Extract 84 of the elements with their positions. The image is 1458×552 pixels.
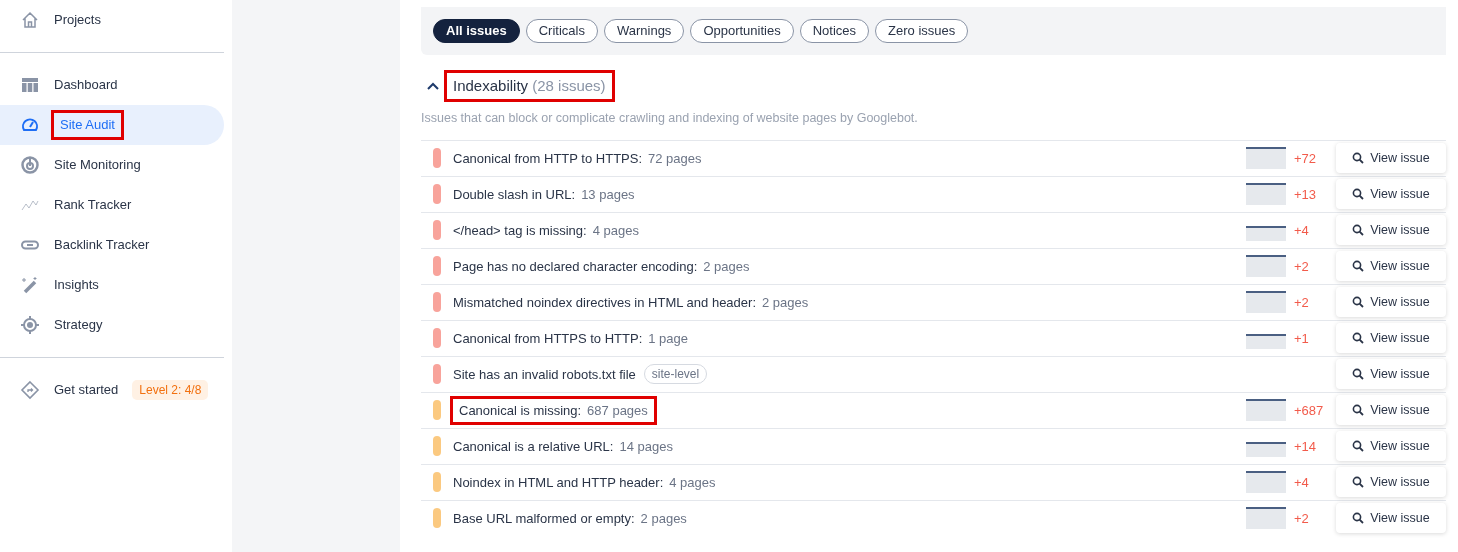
issue-title: </head> tag is missing: 4 pages — [453, 221, 639, 240]
sidebar-label: Projects — [54, 11, 101, 30]
view-issue-button[interactable]: View issue — [1336, 359, 1446, 390]
view-issue-button[interactable]: View issue — [1336, 503, 1446, 534]
filter-chip[interactable]: All issues — [433, 19, 520, 43]
view-issue-button[interactable]: View issue — [1336, 215, 1446, 246]
change-count: +2 — [1293, 257, 1310, 276]
sidebar-label: Strategy — [54, 316, 103, 335]
sparkline — [1246, 183, 1286, 206]
sidebar-item[interactable]: Backlink Tracker — [0, 225, 224, 265]
home-icon — [20, 10, 40, 30]
search-icon — [1352, 260, 1365, 273]
filter-chip[interactable]: Warnings — [603, 19, 685, 43]
search-icon — [1352, 476, 1365, 489]
sparkline — [1246, 471, 1286, 494]
sidebar-item[interactable]: Rank Tracker — [0, 185, 224, 225]
sidebar-label: Dashboard — [54, 76, 118, 95]
search-icon — [1352, 368, 1365, 381]
sidebar-item[interactable]: Dashboard — [0, 65, 224, 105]
view-issue-button[interactable]: View issue — [1336, 143, 1446, 174]
filter-chip[interactable]: Opportunities — [690, 19, 794, 43]
issue-title: Canonical from HTTPS to HTTP: 1 page — [453, 329, 689, 348]
sidebar-label: Backlink Tracker — [54, 236, 150, 255]
level-badge: Level 2: 4/8 — [132, 380, 209, 400]
search-icon — [1352, 440, 1365, 453]
change-count: +2 — [1293, 293, 1310, 312]
sparkline — [1246, 147, 1286, 170]
sidebar-label: Rank Tracker — [54, 196, 132, 215]
sidebar-item[interactable]: Projects — [0, 0, 224, 40]
change-count: +13 — [1293, 185, 1318, 204]
search-icon — [1352, 404, 1365, 417]
change-count: +72 — [1293, 149, 1318, 168]
issue-title: Canonical is a relative URL: 14 pages — [453, 437, 673, 456]
search-icon — [1352, 332, 1365, 345]
search-icon — [1352, 296, 1365, 309]
sparkline — [1246, 291, 1286, 314]
view-issue-button[interactable]: View issue — [1336, 431, 1446, 462]
sparkline — [1246, 399, 1286, 422]
change-count: +687 — [1293, 401, 1325, 420]
change-count: +2 — [1293, 509, 1310, 528]
search-icon — [1352, 224, 1365, 237]
issue-title: Canonical from HTTP to HTTPS: 72 pages — [453, 149, 702, 168]
filter-chip[interactable]: Criticals — [525, 19, 598, 43]
issue-title: Canonical is missing: 687 pages — [453, 398, 654, 422]
section-title: Indexability (28 issues) — [447, 72, 612, 99]
view-issue-button[interactable]: View issue — [1336, 323, 1446, 354]
view-issue-button[interactable]: View issue — [1336, 395, 1446, 426]
change-count: +4 — [1293, 221, 1310, 240]
filter-chip[interactable]: Zero issues — [875, 19, 969, 43]
change-count: +14 — [1293, 437, 1318, 456]
magic-wand-icon — [20, 275, 40, 295]
target-icon — [20, 315, 40, 335]
filter-chip[interactable]: Notices — [799, 19, 870, 43]
table-icon — [20, 75, 40, 95]
radar-icon — [20, 155, 40, 175]
search-icon — [1352, 188, 1365, 201]
issue-title: Double slash in URL: 13 pages — [453, 185, 635, 204]
view-issue-button[interactable]: View issue — [1336, 179, 1446, 210]
sidebar-item[interactable]: Site Audit — [0, 105, 224, 145]
diamond-sign-icon — [20, 380, 40, 400]
search-icon — [1352, 512, 1365, 525]
sidebar-item[interactable]: Insights — [0, 265, 224, 305]
section-description: Issues that can block or complicate crawling and indexing of website pages by Googlebot. — [421, 110, 919, 127]
issue-title: Site has an invalid robots.txt file — [453, 365, 636, 384]
sidebar-label: Site Audit — [54, 113, 121, 137]
sidebar-item[interactable]: Get started Level 2: 4/8 — [0, 370, 224, 410]
issue-title: Base URL malformed or empty: 2 pages — [453, 509, 687, 528]
sidebar-label: Insights — [54, 276, 99, 295]
sidebar-label: Get started — [54, 381, 119, 400]
sidebar-item[interactable]: Strategy — [0, 305, 224, 345]
issue-title: Noindex in HTML and HTTP header: 4 pages — [453, 473, 716, 492]
change-count: +4 — [1293, 473, 1310, 492]
sparkline — [1246, 507, 1286, 530]
sidebar-label: Site Monitoring — [54, 156, 141, 175]
sidebar-item[interactable]: Site Monitoring — [0, 145, 224, 185]
sparkline — [1246, 255, 1286, 278]
issue-title: Page has no declared character encoding: 2 pages — [453, 257, 750, 276]
view-issue-button[interactable]: View issue — [1336, 251, 1446, 282]
issue-title: Mismatched noindex directives in HTML and header: 2 pages — [453, 293, 809, 312]
view-issue-button[interactable]: View issue — [1336, 467, 1446, 498]
chevron-up-icon[interactable] — [427, 81, 439, 90]
search-icon — [1352, 152, 1365, 165]
change-count: +1 — [1293, 329, 1310, 348]
view-issue-button[interactable]: View issue — [1336, 287, 1446, 318]
